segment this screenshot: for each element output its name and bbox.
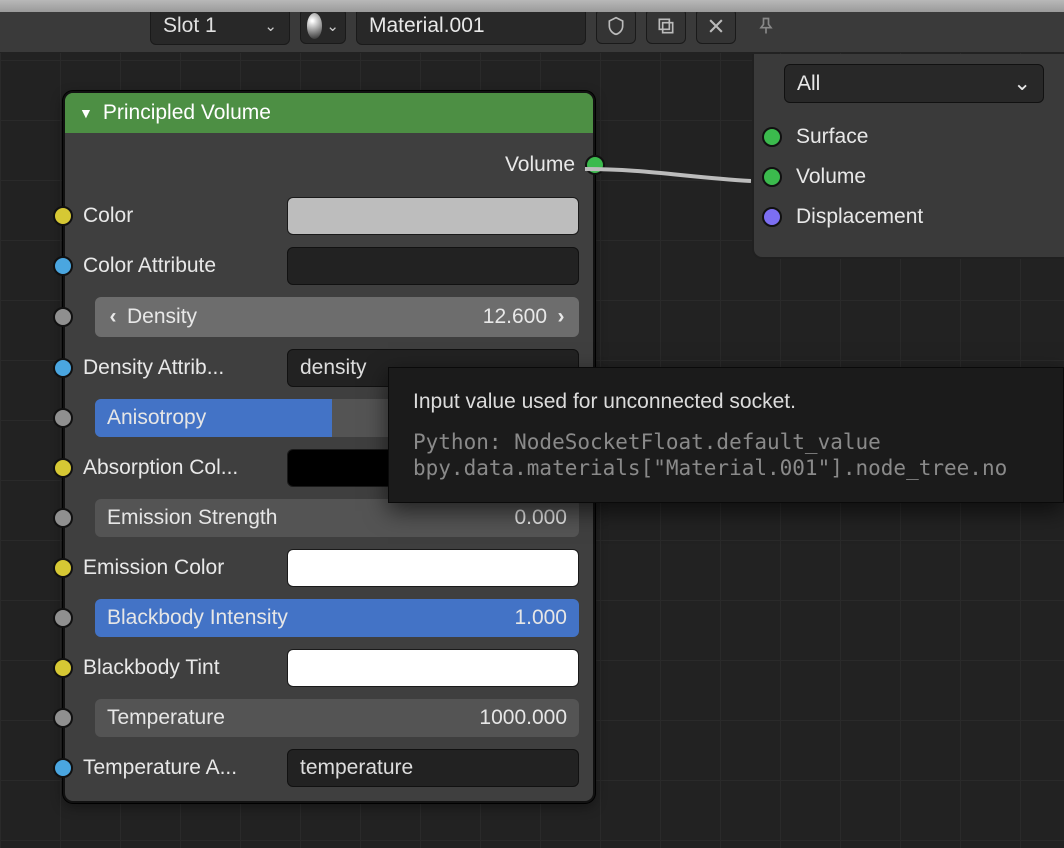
surface-input-socket[interactable] [762, 127, 782, 147]
color-label: Color [83, 204, 275, 228]
emission-strength-label: Emission Strength [107, 506, 514, 530]
density-value: 12.600 [483, 305, 547, 329]
shield-icon [606, 16, 626, 36]
window-top-strip [0, 0, 1064, 12]
color-attribute-row: Color Attribute [65, 241, 593, 291]
material-browse-dropdown[interactable]: ⌄ [300, 8, 346, 44]
volume-input-socket[interactable] [762, 167, 782, 187]
emission-color-socket[interactable] [53, 558, 73, 578]
tooltip-description: Input value used for unconnected socket. [413, 390, 1039, 414]
color-row: Color [65, 191, 593, 241]
density-attribute-socket[interactable] [53, 358, 73, 378]
chevron-down-icon: ⌄ [264, 17, 277, 35]
tooltip-python-line-1: Python: NodeSocketFloat.default_value [413, 430, 1039, 454]
volume-output-label: Volume [505, 153, 575, 177]
color-attribute-field[interactable] [287, 247, 579, 285]
shader-target-label: All [797, 72, 820, 96]
surface-label: Surface [796, 125, 868, 149]
color-swatch[interactable] [287, 197, 579, 235]
material-output-node[interactable]: All ⌄ Surface Volume Displacement [752, 54, 1064, 259]
temperature-attribute-label: Temperature A... [83, 756, 275, 780]
pin-button[interactable] [746, 8, 786, 44]
volume-socket-row: Volume [784, 157, 1052, 197]
volume-output-socket[interactable] [585, 155, 605, 175]
emission-strength-field[interactable]: Emission Strength 0.000 [95, 499, 579, 537]
anisotropy-socket[interactable] [53, 408, 73, 428]
blackbody-intensity-socket[interactable] [53, 608, 73, 628]
node-header[interactable]: ▼ Principled Volume [65, 93, 593, 133]
density-socket[interactable] [53, 307, 73, 327]
emission-color-swatch[interactable] [287, 549, 579, 587]
density-label: Density [127, 305, 483, 329]
temperature-label: Temperature [107, 706, 479, 730]
volume-label: Volume [796, 165, 866, 189]
temperature-attribute-field[interactable]: temperature [287, 749, 579, 787]
emission-strength-socket[interactable] [53, 508, 73, 528]
node-title: Principled Volume [103, 101, 271, 125]
material-preview-icon [307, 13, 322, 39]
absorption-color-socket[interactable] [53, 458, 73, 478]
displacement-socket-row: Displacement [784, 197, 1052, 237]
displacement-input-socket[interactable] [762, 207, 782, 227]
blackbody-intensity-field[interactable]: Blackbody Intensity 1.000 [95, 599, 579, 637]
fake-user-button[interactable] [596, 8, 636, 44]
blackbody-tint-socket[interactable] [53, 658, 73, 678]
temperature-row: Temperature 1000.000 [65, 693, 593, 743]
emission-color-row: Emission Color [65, 543, 593, 593]
close-icon [706, 16, 726, 36]
blackbody-tint-swatch[interactable] [287, 649, 579, 687]
chevron-down-icon: ⌄ [326, 17, 339, 35]
temperature-value: 1000.000 [479, 706, 567, 730]
blackbody-tint-label: Blackbody Tint [83, 656, 275, 680]
temperature-field[interactable]: Temperature 1000.000 [95, 699, 579, 737]
emission-color-label: Emission Color [83, 556, 275, 580]
volume-output-row: Volume [65, 133, 593, 191]
material-name-field[interactable]: Material.001 [356, 7, 586, 45]
temperature-attribute-row: Temperature A... temperature [65, 743, 593, 801]
color-attribute-socket[interactable] [53, 256, 73, 276]
increment-icon[interactable]: › [547, 297, 575, 337]
shader-target-dropdown[interactable]: All ⌄ [784, 64, 1044, 103]
tooltip-python-line-2: bpy.data.materials["Material.001"].node_… [413, 456, 1039, 480]
color-attribute-label: Color Attribute [83, 254, 275, 278]
decrement-icon[interactable]: ‹ [99, 297, 127, 337]
collapse-triangle-icon[interactable]: ▼ [79, 105, 93, 121]
density-field[interactable]: ‹ Density 12.600 › [95, 297, 579, 337]
density-row: ‹ Density 12.600 › [65, 291, 593, 343]
blackbody-intensity-label: Blackbody Intensity [107, 606, 514, 630]
emission-strength-value: 0.000 [514, 506, 567, 530]
tooltip: Input value used for unconnected socket.… [388, 367, 1064, 503]
blackbody-intensity-row: Blackbody Intensity 1.000 [65, 593, 593, 643]
new-material-button[interactable] [646, 8, 686, 44]
displacement-label: Displacement [796, 205, 923, 229]
blackbody-intensity-value: 1.000 [514, 606, 567, 630]
slot-label: Slot 1 [163, 14, 217, 38]
temperature-attribute-socket[interactable] [53, 758, 73, 778]
blackbody-tint-row: Blackbody Tint [65, 643, 593, 693]
unlink-material-button[interactable] [696, 8, 736, 44]
duplicate-icon [656, 16, 676, 36]
material-slot-dropdown[interactable]: Slot 1 ⌄ [150, 7, 290, 45]
chevron-down-icon: ⌄ [1013, 71, 1031, 96]
temperature-socket[interactable] [53, 708, 73, 728]
color-socket[interactable] [53, 206, 73, 226]
pin-icon [756, 16, 776, 36]
absorption-color-label: Absorption Col... [83, 456, 275, 480]
density-attribute-label: Density Attrib... [83, 356, 275, 380]
surface-socket-row: Surface [784, 117, 1052, 157]
